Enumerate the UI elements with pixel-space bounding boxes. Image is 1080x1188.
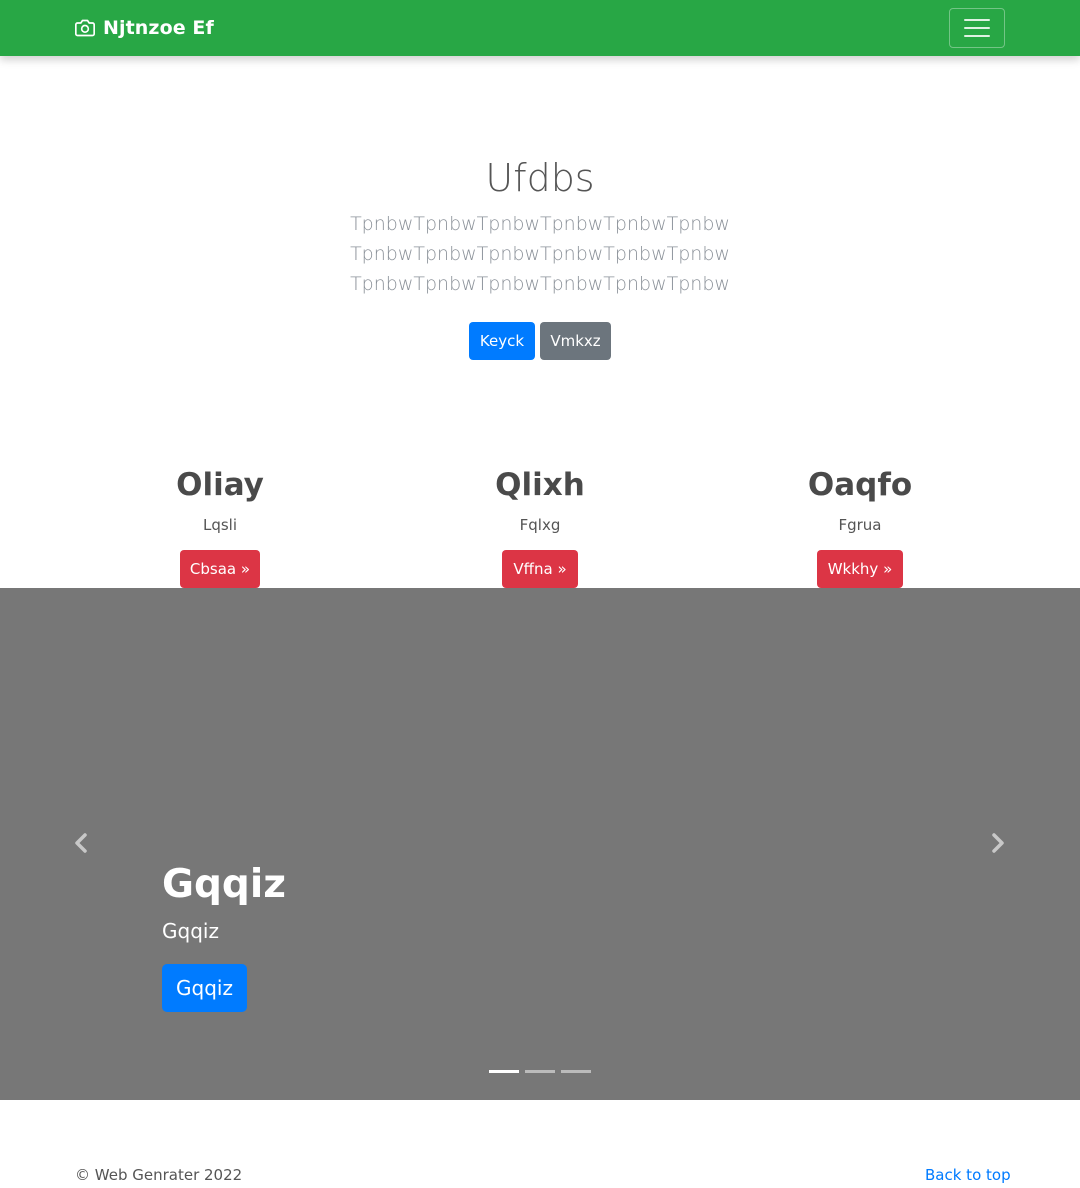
feature-heading: Oaqfo <box>807 467 913 503</box>
feature-heading: Oliay <box>176 467 264 503</box>
carousel-button[interactable]: Gqqiz <box>162 964 247 1012</box>
navbar: Njtnzoe Ef <box>0 0 1080 56</box>
carousel-indicator[interactable] <box>489 1070 519 1073</box>
feature-text: Lqsli <box>202 516 238 534</box>
navbar-toggler-button[interactable] <box>949 8 1005 48</box>
copyright-text: © Web Genrater 2022 <box>75 1166 243 1184</box>
camera-icon <box>75 18 103 38</box>
carousel-indicators <box>489 1070 591 1073</box>
brand-name: Njtnzoe Ef <box>103 17 214 39</box>
carousel-title: Gqqiz <box>162 862 286 907</box>
feature-column: Qlixh Fqlxg Vffna » <box>390 462 690 588</box>
footer: © Web Genrater 2022 Back to top <box>0 1100 1080 1188</box>
hamburger-icon <box>964 19 990 21</box>
carousel: Gqqiz Gqqiz Gqqiz <box>0 588 1080 1100</box>
back-to-top-link[interactable]: Back to top <box>925 1166 1011 1184</box>
hero-lead-line: TpnbwTpnbwTpnbwTpnbwTpnbwTpnbw <box>350 243 730 265</box>
chevron-right-icon <box>992 833 1004 853</box>
hero-primary-button[interactable]: Keyck <box>469 322 535 360</box>
hero-secondary-button[interactable]: Vmkxz <box>540 322 611 360</box>
hero-lead-line: TpnbwTpnbwTpnbwTpnbwTpnbwTpnbw <box>350 273 730 295</box>
feature-text: Fgrua <box>838 516 882 534</box>
carousel-next-button[interactable] <box>986 828 1010 858</box>
carousel-prev-button[interactable] <box>69 828 93 858</box>
feature-column: Oliay Lqsli Cbsaa » <box>70 462 370 588</box>
feature-heading: Qlixh <box>495 467 585 503</box>
brand-link[interactable]: Njtnzoe Ef <box>75 15 214 41</box>
carousel-indicator[interactable] <box>525 1070 555 1073</box>
hero-title: Ufdbs <box>485 156 595 200</box>
feature-text: Fqlxg <box>519 516 561 534</box>
hero-lead-line: TpnbwTpnbwTpnbwTpnbwTpnbwTpnbw <box>350 213 730 235</box>
carousel-caption: Gqqiz Gqqiz Gqqiz <box>162 860 286 1012</box>
hero-lead: TpnbwTpnbwTpnbwTpnbwTpnbwTpnbw TpnbwTpnb… <box>0 209 1080 299</box>
carousel-indicator[interactable] <box>561 1070 591 1073</box>
carousel-text: Gqqiz <box>162 919 219 943</box>
chevron-left-icon <box>75 833 87 853</box>
feature-button[interactable]: Cbsaa » <box>180 550 260 588</box>
hamburger-icon <box>964 35 990 37</box>
hamburger-icon <box>964 27 990 29</box>
feature-column: Oaqfo Fgrua Wkkhy » <box>710 462 1010 588</box>
feature-button[interactable]: Wkkhy » <box>817 550 903 588</box>
feature-button[interactable]: Vffna » <box>502 550 578 588</box>
